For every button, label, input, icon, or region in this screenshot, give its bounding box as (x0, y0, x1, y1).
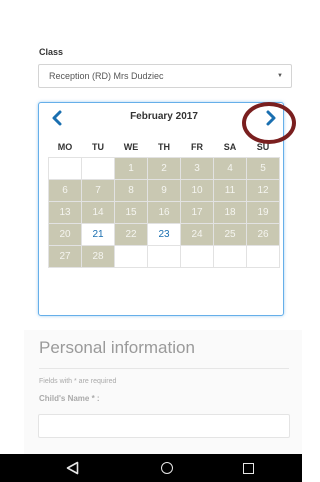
calendar-day: 14 (81, 201, 115, 224)
personal-divider (39, 368, 289, 369)
calendar-day: 6 (48, 179, 82, 202)
datepicker-header: February 2017 (39, 103, 283, 133)
prev-month-button[interactable] (49, 109, 67, 127)
recent-apps-icon[interactable] (243, 463, 254, 474)
calendar-empty-cell (246, 245, 280, 268)
child-name-label: Child's Name * : (39, 394, 100, 403)
calendar-day[interactable]: 23 (147, 223, 181, 246)
calendar-day: 3 (180, 157, 214, 180)
calendar-empty-cell (147, 245, 181, 268)
chevron-down-icon: ▼ (277, 73, 283, 79)
weekday-header: SA (223, 142, 237, 152)
weekday-header: TU (92, 142, 104, 152)
class-select[interactable]: Reception (RD) Mrs Dudziec ▼ (38, 64, 292, 88)
calendar-day: 28 (81, 245, 115, 268)
next-month-button[interactable] (261, 109, 279, 127)
weekday-header: TH (158, 142, 170, 152)
calendar-day: 25 (213, 223, 247, 246)
class-label: Class (39, 47, 64, 57)
back-icon[interactable] (66, 461, 79, 475)
calendar-day: 7 (81, 179, 115, 202)
personal-title: Personal information (39, 338, 195, 357)
calendar-day: 26 (246, 223, 280, 246)
calendar-day: 11 (213, 179, 247, 202)
calendar-empty-cell (81, 157, 115, 180)
month-title: February 2017 (130, 111, 198, 122)
calendar-day: 8 (114, 179, 148, 202)
calendar-day: 20 (48, 223, 82, 246)
weekday-header: MO (57, 142, 73, 152)
calendar-empty-cell (114, 245, 148, 268)
calendar-day: 1 (114, 157, 148, 180)
class-select-value: Reception (RD) Mrs Dudziec (49, 71, 164, 81)
calendar-day: 24 (180, 223, 214, 246)
weekday-header-row: MO TU WE TH FR SA SU (49, 137, 280, 158)
android-navbar (0, 454, 302, 482)
calendar-week-row: 20 21 22 23 24 25 26 (48, 223, 280, 246)
calendar-week-row: 12345 (48, 157, 280, 180)
calendar-grid: MO TU WE TH FR SA SU 1 2 3 4 5 6 7 8 9 10 11 12 13 14 15 16 17… (48, 137, 280, 268)
calendar-day[interactable]: 21 (81, 223, 115, 246)
calendar-day: 15 (114, 201, 148, 224)
calendar-day: 19 (246, 201, 280, 224)
calendar-empty-cell (180, 245, 214, 268)
calendar-week-row: 13 14 15 16 17 18 19 (48, 201, 280, 224)
calendar-day: 22 (114, 223, 148, 246)
calendar-day: 27 (48, 245, 82, 268)
calendar-day: 12 (246, 179, 280, 202)
calendar-day: 4 (213, 157, 247, 180)
datepicker: February 2017 MO TU WE TH FR SA SU 1 2 3 4 5 6 7 8 9 10… (38, 102, 284, 316)
calendar-week-row: 6 7 8 9 10 11 12 (48, 179, 280, 202)
calendar-day: 16 (147, 201, 181, 224)
required-note: Fields with * are required (39, 378, 117, 385)
calendar-empty-cell (213, 245, 247, 268)
chevron-left-icon (52, 110, 62, 126)
calendar-day: 18 (213, 201, 247, 224)
weekday-header: WE (123, 142, 139, 152)
weekday-header: FR (191, 142, 203, 152)
weekday-header: SU (256, 142, 270, 152)
chevron-right-icon (266, 110, 276, 126)
child-name-input[interactable] (38, 414, 290, 438)
calendar-day: 5 (246, 157, 280, 180)
calendar-day: 2 (147, 157, 181, 180)
calendar-day: 10 (180, 179, 214, 202)
calendar-day: 17 (180, 201, 214, 224)
calendar-empty-cell (48, 157, 82, 180)
home-icon[interactable] (161, 462, 173, 474)
calendar-week-row: 27 28 (48, 245, 280, 268)
calendar-day: 13 (48, 201, 82, 224)
calendar-day: 9 (147, 179, 181, 202)
